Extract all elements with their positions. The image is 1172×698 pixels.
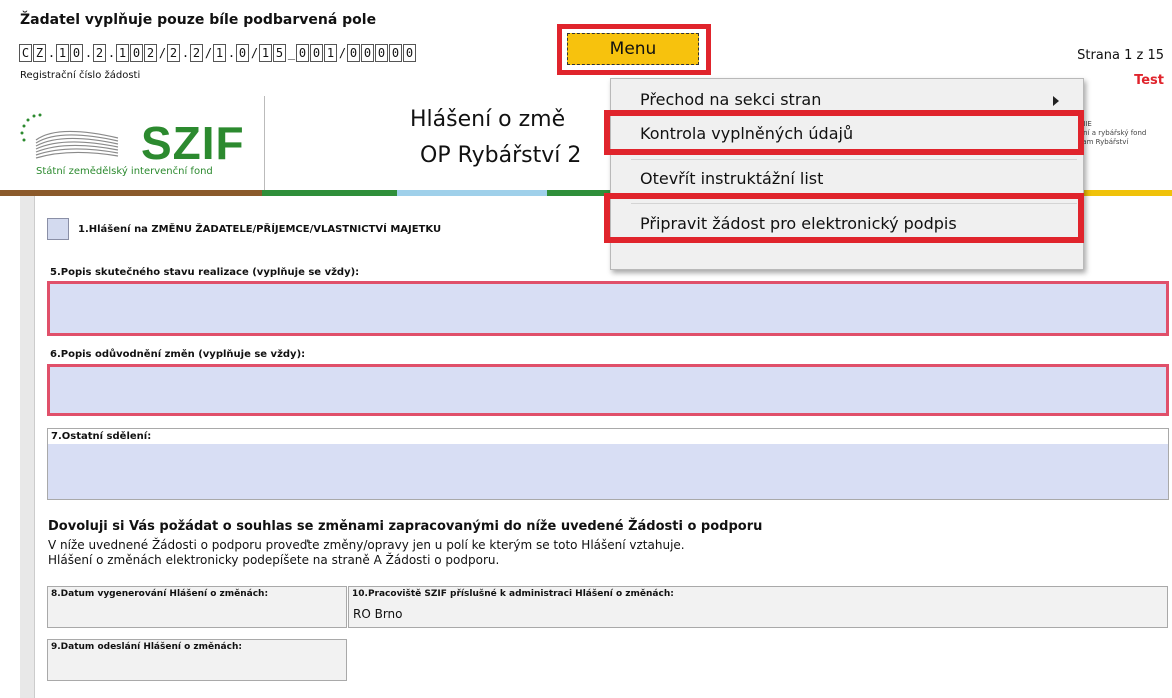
registration-char-box: 2 [167,44,180,62]
menu-separator [631,159,1077,160]
consent-title: Dovoluji si Vás požádat o souhlas se změ… [48,519,763,534]
eu-line: ační a rybářský fond [1075,129,1147,137]
registration-separator: . [84,46,93,60]
registration-char-box: 1 [213,44,226,62]
field8-label: 8.Datum vygenerování Hlášení o změnách: [51,589,269,599]
registration-char-box: C [19,44,32,62]
left-rail [20,196,35,698]
registration-separator: / [158,46,167,60]
field5-textarea[interactable] [47,281,1169,336]
registration-char-box: 1 [259,44,272,62]
menu-item-label: Přechod na sekci stran [640,89,822,109]
registration-separator: / [204,46,213,60]
registration-char-box: 0 [361,44,374,62]
registration-char-box: 0 [70,44,83,62]
registration-char-box: 0 [130,44,143,62]
form-title-line2: OP Rybářství 2 [420,143,582,168]
registration-char-box: 0 [236,44,249,62]
field5-label: 5.Popis skutečného stavu realizace (vypl… [50,267,360,278]
registration-char-box: 0 [296,44,309,62]
color-stripe-segment [262,190,397,196]
consent-text-line2: Hlášení o změnách elektronicky podepíšet… [48,553,500,567]
szif-emblem-icon [20,113,119,159]
consent-text-line1: V níže uvednené Žádosti o podporu proveď… [48,538,685,552]
registration-char-box: 1 [116,44,129,62]
registration-char-box: 2 [93,44,106,62]
field7-textarea[interactable] [48,444,1168,499]
eu-line: UNIE [1075,120,1146,129]
logo-subtitle: Státní zemědělský intervenční fond [36,166,213,177]
color-stripe-segment [397,190,547,196]
color-stripe-segment [0,190,262,196]
registration-separator: . [107,46,116,60]
field8-box: 8.Datum vygenerování Hlášení o změnách: [47,586,347,628]
registration-char-box: 2 [190,44,203,62]
form-title-line1: Hlášení o změ [410,107,566,132]
form-instruction-title: Žadatel vyplňuje pouze bíle podbarvená p… [20,12,377,28]
registration-char-box: 0 [389,44,402,62]
prepare-signature-highlight-frame [604,193,1084,243]
registration-separator: . [227,46,236,60]
registration-char-box: 1 [56,44,69,62]
field10-box: 10.Pracoviště SZIF příslušné k administr… [348,586,1168,628]
field6-label: 6.Popis odůvodnění změn (vyplňuje se vžd… [50,349,306,360]
registration-char-box: 0 [347,44,360,62]
menu-item-label: Otevřít instruktážní list [640,168,824,188]
check-data-highlight-frame [604,110,1084,155]
field9-label: 9.Datum odeslání Hlášení o změnách: [51,642,242,652]
test-label: Test [1134,73,1164,88]
registration-separator: . [47,46,56,60]
field10-value: RO Brno [353,607,403,621]
eu-line: gram Rybářství [1075,138,1129,146]
registration-separator: _ [287,46,296,60]
registration-separator: / [338,46,347,60]
registration-char-box: 5 [273,44,286,62]
registration-label: Registrační číslo žádosti [20,70,141,81]
change-applicant-checkbox[interactable] [47,218,69,240]
logo-text: SZIF [141,117,245,169]
menu-button[interactable]: Menu [567,33,699,65]
registration-number: C Z. 1 0. 2. 1 0 2/2. 2/1. 0/1 5 _ 0 0 1/0 0 0 0 0 [19,41,417,65]
registration-char-box: 0 [375,44,388,62]
registration-char-box: 0 [310,44,323,62]
field10-label: 10.Pracoviště SZIF příslušné k administr… [352,589,674,599]
registration-separator: . [181,46,190,60]
szif-logo: SZIF Státní zemědělský intervenční fond [18,110,248,186]
banner-divider [264,96,265,192]
registration-char-box: 0 [403,44,416,62]
page-count: Strana 1 z 15 [1077,48,1164,63]
registration-char-box: 2 [144,44,157,62]
registration-char-box: Z [33,44,46,62]
field7-label: 7.Ostatní sdělení: [51,431,152,442]
registration-char-box: 1 [324,44,337,62]
submenu-arrow-icon [1053,96,1059,106]
registration-separator: / [250,46,259,60]
field6-textarea[interactable] [47,364,1169,416]
change-applicant-label: 1.Hlášení na ZMĚNU ŽADATELE/PŘÍJEMCE/VLA… [78,224,442,235]
menu-item-instruction-sheet[interactable]: Otevřít instruktážní list [611,162,1083,194]
eu-fund-logo-text: UNIE ační a rybářský fond gram Rybářství [1075,120,1146,147]
field9-box: 9.Datum odeslání Hlášení o změnách: [47,639,347,681]
